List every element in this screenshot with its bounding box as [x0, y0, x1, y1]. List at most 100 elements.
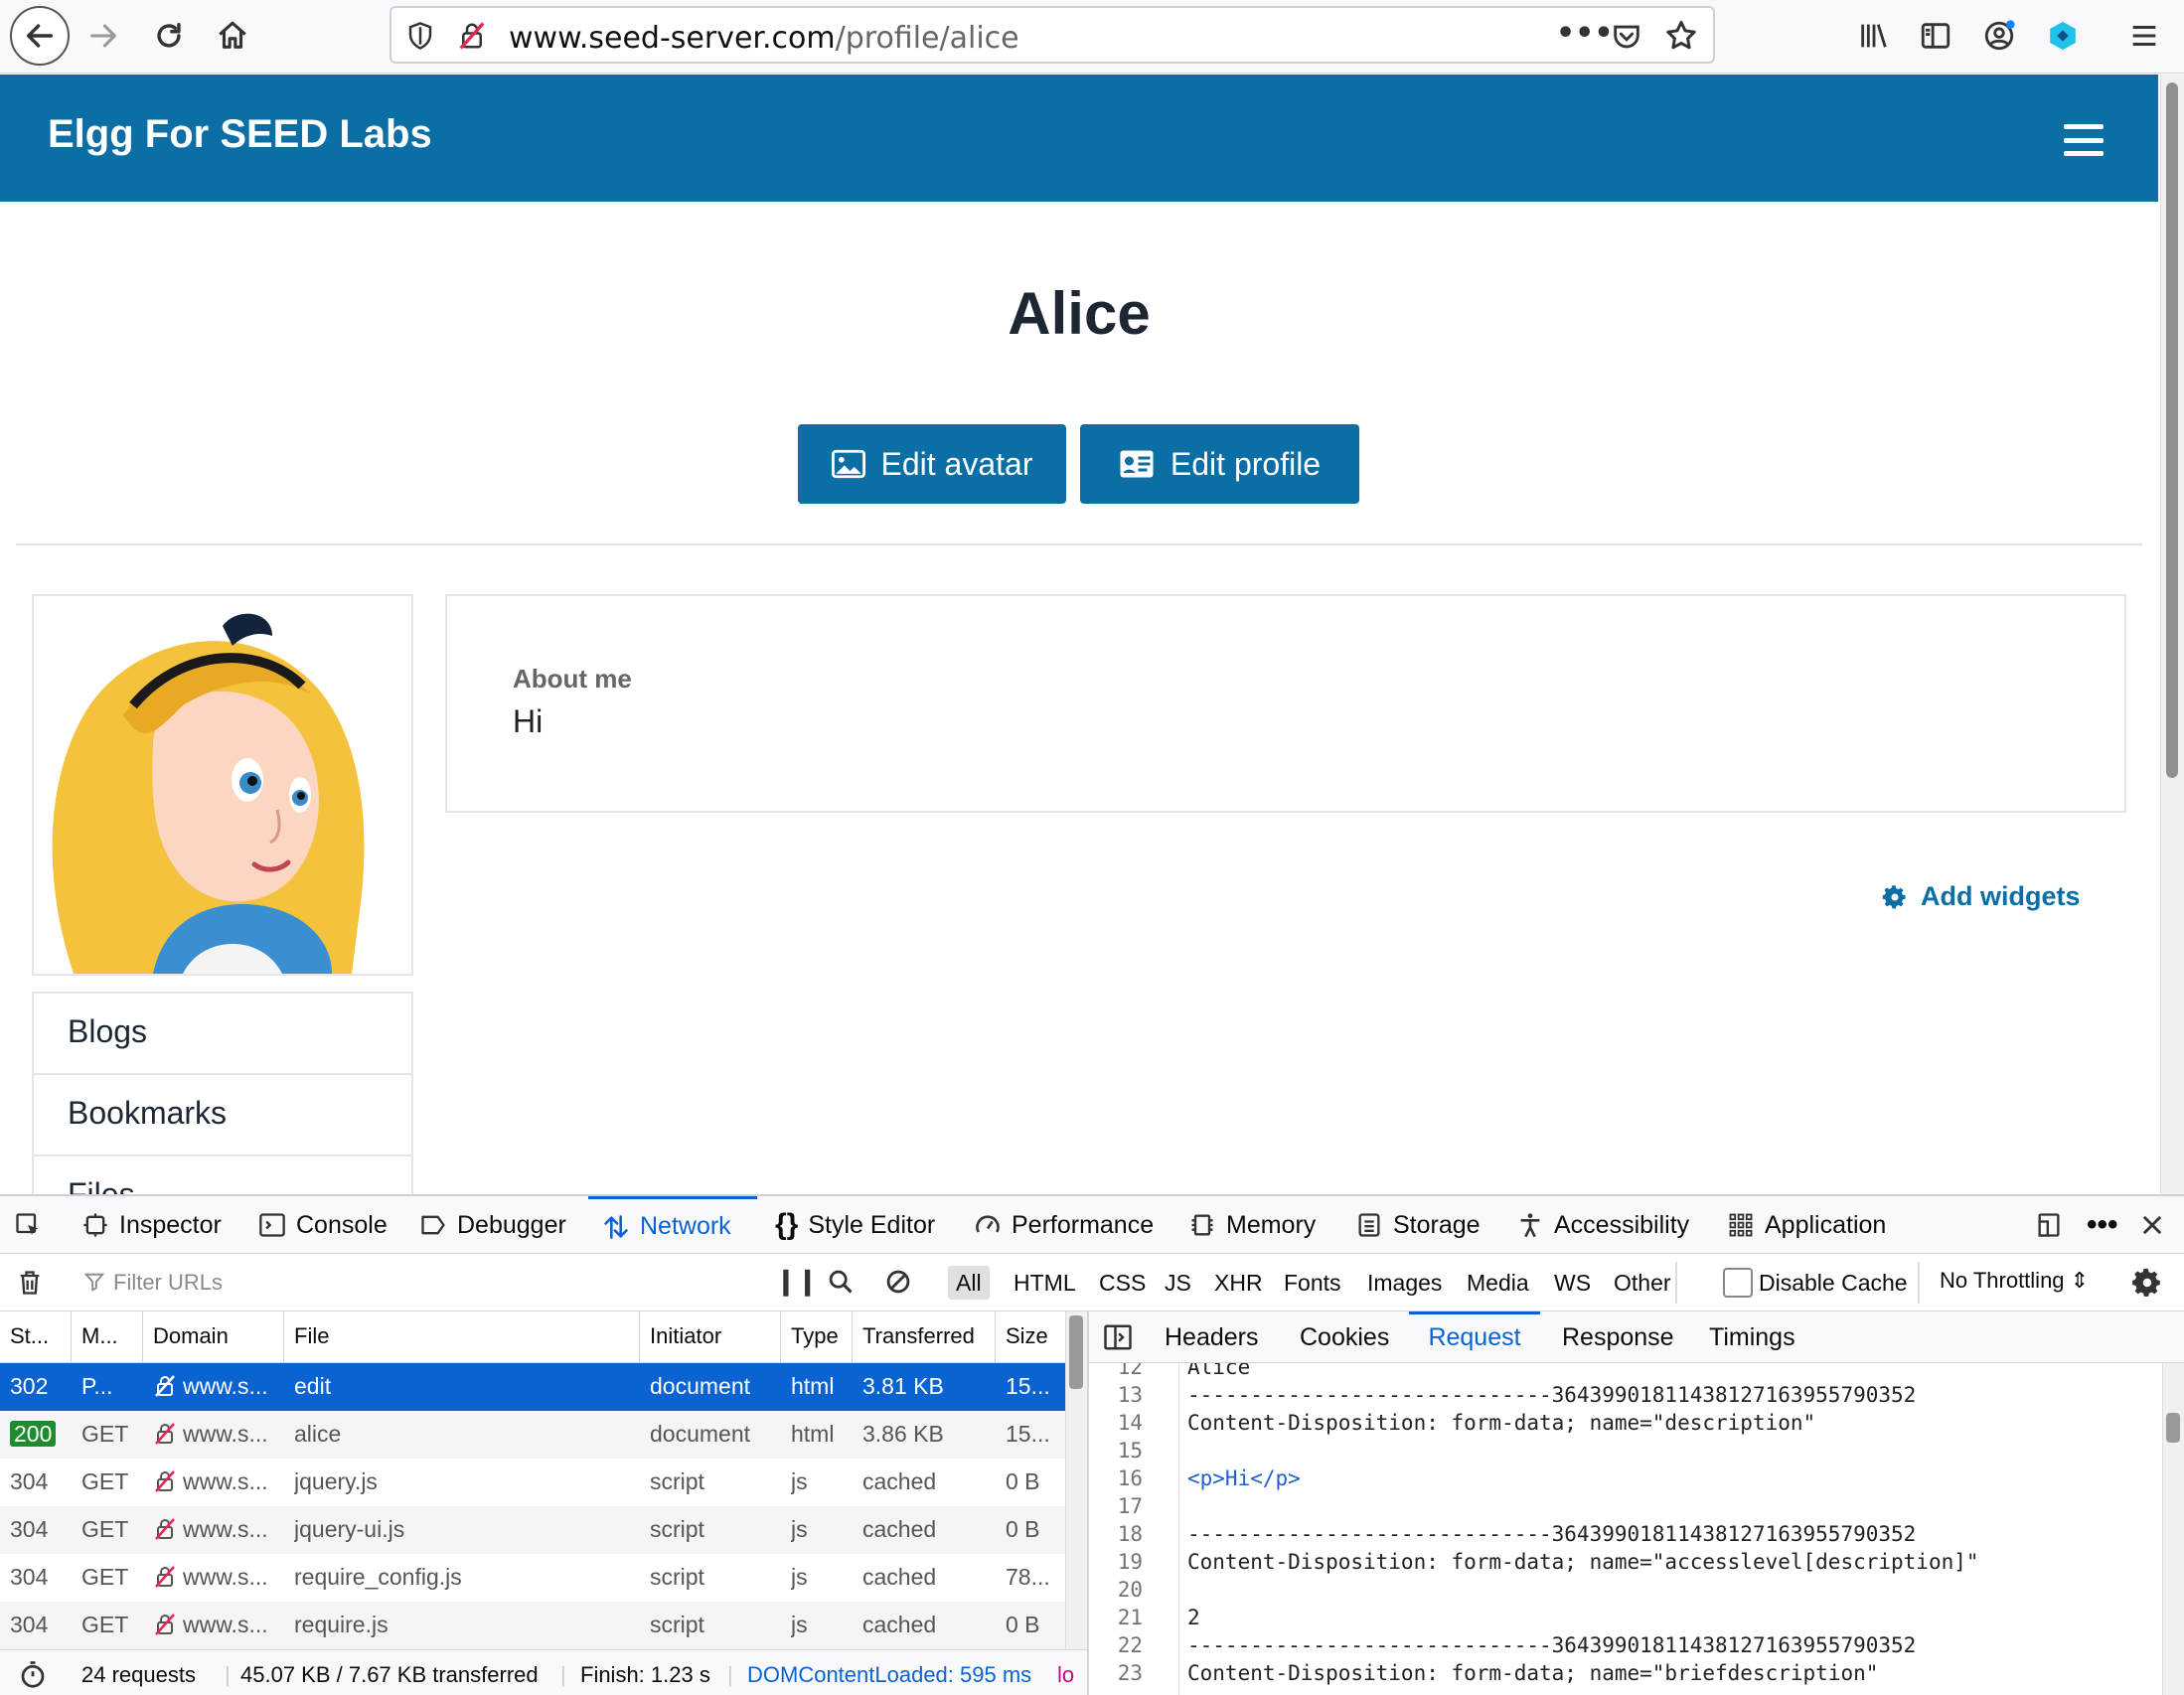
code-scrollbar-thumb[interactable] [2166, 1413, 2180, 1443]
tab-debugger-label: Debugger [457, 1210, 566, 1239]
cell-type: js [791, 1459, 851, 1506]
tab-console[interactable]: Console [258, 1196, 388, 1254]
tab-storage[interactable]: Storage [1355, 1196, 1481, 1254]
responsive-design-icon[interactable] [2035, 1196, 2063, 1254]
forward-arrow-icon[interactable] [76, 8, 131, 64]
more-options-icon[interactable]: ••• [2087, 1196, 2118, 1254]
sidebar-icon[interactable] [1908, 8, 1963, 64]
tab-request[interactable]: Request [1409, 1311, 1540, 1363]
network-settings-gear-icon[interactable] [2130, 1266, 2164, 1305]
filter-urls-input[interactable]: Filter URLs [113, 1270, 223, 1296]
back-arrow-icon[interactable] [10, 6, 70, 66]
menu-item-bookmarks[interactable]: Bookmarks [34, 1075, 411, 1156]
account-icon[interactable] [1971, 8, 2027, 64]
method-text: GET [81, 1468, 129, 1494]
pause-icon[interactable]: ❙❙ [775, 1266, 819, 1297]
column-initiator[interactable]: Initiator [640, 1311, 781, 1363]
pocket-icon[interactable] [1610, 20, 1643, 58]
domain-text: www.s... [183, 1373, 268, 1399]
table-row[interactable]: 302 P... www.s... edit document html 3.81 KB 15… [0, 1363, 1065, 1411]
block-icon[interactable] [884, 1268, 912, 1301]
table-row[interactable]: 304 GET www.s... require_config.js script js c… [0, 1554, 1065, 1602]
url-bar[interactable]: www.seed-server.com/profile/alice ••• [390, 6, 1715, 64]
column-type[interactable]: Type [781, 1311, 853, 1363]
memory-chip-icon [1191, 1214, 1213, 1236]
url-text[interactable]: www.seed-server.com/profile/alice [509, 21, 1019, 56]
throttling-select[interactable]: No Throttling ⇕ [1940, 1268, 2089, 1294]
stopwatch-icon[interactable] [18, 1660, 48, 1695]
extension-icon[interactable] [2035, 8, 2091, 64]
insecure-lock-icon[interactable] [457, 20, 487, 56]
hamburger-menu-icon[interactable] [2064, 124, 2104, 156]
tab-memory[interactable]: Memory [1188, 1196, 1316, 1254]
filter-fonts[interactable]: Fonts [1276, 1266, 1349, 1300]
disable-cache-checkbox[interactable] [1723, 1268, 1753, 1298]
cell-size: 0 B [1006, 1506, 1065, 1554]
filter-all[interactable]: All [948, 1266, 990, 1300]
filter-html[interactable]: HTML [1006, 1266, 1084, 1300]
shield-icon[interactable] [405, 20, 435, 56]
bookmark-star-icon[interactable] [1663, 18, 1699, 58]
insecure-lock-icon [153, 1613, 177, 1636]
filter-ws[interactable]: WS [1546, 1266, 1599, 1300]
page-actions-icon[interactable]: ••• [1556, 16, 1614, 51]
column-status[interactable]: St... [0, 1311, 72, 1363]
table-row[interactable]: 304 GET www.s... require.js script js cached 0 … [0, 1602, 1065, 1649]
menu-item-blogs[interactable]: Blogs [34, 994, 411, 1075]
tab-inspector[interactable]: Inspector [81, 1196, 222, 1254]
table-row[interactable]: 200 GET www.s... alice document html 3.86 KB 15… [0, 1411, 1065, 1459]
toggle-sidebar-icon[interactable] [1103, 1323, 1133, 1356]
avatar[interactable] [32, 594, 413, 976]
table-scrollbar-thumb[interactable] [1069, 1315, 1083, 1389]
tab-timings[interactable]: Timings [1709, 1311, 1795, 1363]
app-menu-icon[interactable] [2116, 8, 2172, 64]
filter-js[interactable]: JS [1157, 1266, 1199, 1300]
filter-images[interactable]: Images [1359, 1266, 1450, 1300]
close-devtools-icon[interactable] [2138, 1196, 2166, 1254]
reload-icon[interactable] [141, 8, 197, 64]
column-size[interactable]: Size [996, 1311, 1065, 1363]
element-picker-icon[interactable] [14, 1196, 42, 1254]
console-icon [259, 1213, 285, 1237]
tab-headers[interactable]: Headers [1165, 1311, 1259, 1363]
tab-network[interactable]: Network [588, 1196, 757, 1254]
separator: | [560, 1662, 566, 1687]
table-scrollbar[interactable] [1065, 1311, 1087, 1649]
line-number: 15 [1117, 1439, 1143, 1463]
tab-accessibility[interactable]: Accessibility [1516, 1196, 1689, 1254]
page-scrollbar[interactable] [2160, 75, 2184, 1194]
tab-debugger[interactable]: Debugger [419, 1196, 566, 1254]
column-domain[interactable]: Domain [143, 1311, 284, 1363]
filter-css[interactable]: CSS [1091, 1266, 1154, 1300]
request-count: 24 requests [81, 1662, 196, 1687]
column-method[interactable]: M... [72, 1311, 143, 1363]
filter-other[interactable]: Other [1606, 1266, 1679, 1300]
request-body-viewer[interactable]: 12 Alice 13 -----------------------------36… [1089, 1363, 2162, 1695]
filter-media[interactable]: Media [1459, 1266, 1537, 1300]
code-scrollbar[interactable] [2162, 1363, 2184, 1695]
browser-toolbar: www.seed-server.com/profile/alice ••• [0, 0, 2184, 74]
size-text: 15... [1006, 1421, 1050, 1447]
column-file[interactable]: File [284, 1311, 640, 1363]
column-transferred[interactable]: Transferred [853, 1311, 996, 1363]
tab-cookies[interactable]: Cookies [1300, 1311, 1389, 1363]
network-filter-bar: Filter URLs ❙❙ All HTML CSS JS XHR Fonts… [0, 1254, 2184, 1311]
library-icon[interactable] [1846, 8, 1902, 64]
tab-style-editor[interactable]: {} Style Editor [775, 1196, 935, 1254]
site-title[interactable]: Elgg For SEED Labs [48, 112, 432, 157]
table-row[interactable]: 304 GET www.s... jquery-ui.js script js cached… [0, 1506, 1065, 1554]
menu-item-files[interactable]: Files [34, 1156, 411, 1194]
home-icon[interactable] [205, 8, 260, 64]
tab-response[interactable]: Response [1562, 1311, 1674, 1363]
table-row[interactable]: 304 GET www.s... jquery.js script js cached 0 B [0, 1459, 1065, 1506]
edit-avatar-button[interactable]: Edit avatar [798, 424, 1066, 504]
tab-application[interactable]: Application [1727, 1196, 1886, 1254]
search-icon[interactable] [827, 1268, 855, 1301]
trash-icon[interactable] [16, 1268, 44, 1303]
tab-performance[interactable]: Performance [974, 1196, 1154, 1254]
size-text: 0 B [1006, 1612, 1040, 1637]
add-widgets-link[interactable]: Add widgets [1881, 881, 2081, 912]
filter-xhr[interactable]: XHR [1206, 1266, 1271, 1300]
page-scrollbar-thumb[interactable] [2166, 82, 2178, 778]
edit-profile-button[interactable]: Edit profile [1080, 424, 1359, 504]
